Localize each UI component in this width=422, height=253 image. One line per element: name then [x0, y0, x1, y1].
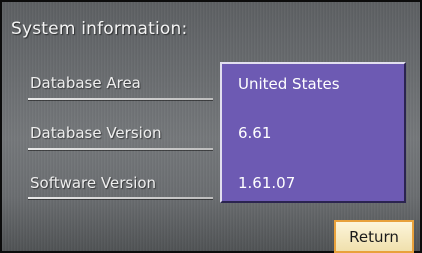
- database-area-value: United States: [238, 75, 340, 93]
- software-version-value: 1.61.07: [238, 174, 296, 192]
- page-title: System information:: [11, 19, 188, 39]
- software-version-underline: [28, 197, 213, 199]
- database-version-value: 6.61: [238, 124, 272, 142]
- database-area-label: Database Area: [30, 74, 141, 92]
- database-area-underline: [28, 98, 213, 100]
- system-information-screen: System information: Database Area Databa…: [0, 0, 422, 253]
- values-panel: United States 6.61 1.61.07: [220, 62, 406, 203]
- software-version-label: Software Version: [30, 174, 157, 192]
- return-button[interactable]: Return: [334, 220, 414, 253]
- database-version-label: Database Version: [30, 124, 162, 142]
- database-version-underline: [28, 148, 213, 150]
